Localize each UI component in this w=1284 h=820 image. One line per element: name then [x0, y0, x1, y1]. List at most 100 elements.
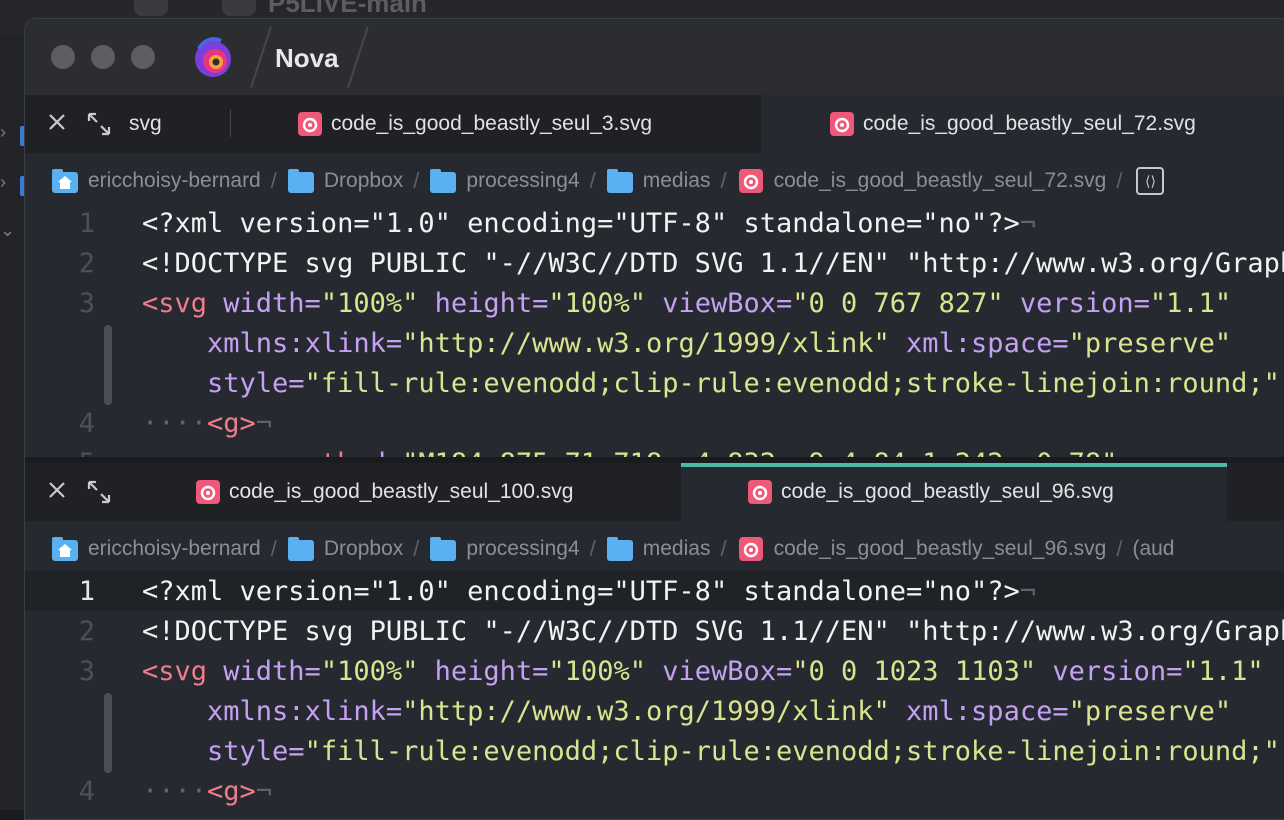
- line-number: 1: [78, 207, 95, 239]
- breadcrumb-label: processing4: [466, 169, 580, 192]
- code-line[interactable]: 2 <!DOCTYPE svg PUBLIC "-//W3C//DTD SVG 1…: [25, 611, 1284, 651]
- breadcrumb-separator: /: [413, 168, 420, 193]
- tab-code-is-good-beastly-seul-3[interactable]: code_is_good_beastly_seul_3.svg: [297, 95, 717, 153]
- active-tab-indicator: [681, 463, 1227, 467]
- breadcrumb-file[interactable]: code_is_good_beastly_seul_96.svg: [737, 536, 1107, 562]
- breadcrumb-label: Dropbox: [323, 169, 404, 192]
- expand-pane-icon[interactable]: [85, 110, 113, 138]
- expand-pane-icon[interactable]: [85, 478, 113, 506]
- breadcrumb-dropbox[interactable]: Dropbox: [287, 168, 403, 194]
- tab-label: code_is_good_beastly_seul_96.svg: [781, 480, 1114, 503]
- tab-code-is-good-beastly-seul-72[interactable]: code_is_good_beastly_seul_72.svg: [761, 95, 1284, 153]
- close-pane-icon[interactable]: [47, 480, 67, 500]
- svg-file-icon: [738, 537, 763, 561]
- code-brackets-icon[interactable]: ⟨⟩: [1136, 167, 1165, 195]
- titlebar-separator: [347, 26, 369, 88]
- fold-indicator[interactable]: [104, 693, 112, 773]
- tab-label: code_is_good_beastly_seul_3.svg: [331, 112, 653, 135]
- background-window-title: P5LIVE-main: [268, 0, 427, 18]
- code-text: <?xml version="1.0" encoding="UTF-8" sta…: [142, 575, 1037, 607]
- nova-logo-icon: [195, 37, 231, 77]
- breadcrumb-label: code_is_good_beastly_seul_72.svg: [773, 169, 1107, 192]
- code-text: <!DOCTYPE svg PUBLIC "-//W3C//DTD SVG 1.…: [142, 615, 1284, 647]
- tab-code-is-good-beastly-seul-100[interactable]: code_is_good_beastly_seul_100.svg: [129, 463, 681, 521]
- editor-pane-top: svg code_is_good_beastly_seul_3.svg code…: [25, 95, 1284, 479]
- code-text: style="fill-rule:evenodd;clip-rule:eveno…: [207, 735, 1280, 767]
- breadcrumb-separator: /: [1116, 536, 1123, 561]
- pane-controls: [25, 95, 129, 153]
- tab-label: code_is_good_beastly_seul_100.svg: [229, 480, 574, 503]
- titlebar: Nova: [25, 19, 1284, 95]
- breadcrumb-medias[interactable]: medias: [606, 536, 711, 562]
- svg-file-icon: [298, 112, 322, 136]
- breadcrumb-symbol[interactable]: (aud: [1132, 537, 1174, 561]
- breadcrumb-dropbox[interactable]: Dropbox: [287, 536, 403, 562]
- code-editor[interactable]: 1 <?xml version="1.0" encoding="UTF-8" st…: [25, 208, 1284, 479]
- tab-code-is-good-beastly-seul-96[interactable]: code_is_good_beastly_seul_96.svg: [681, 463, 1227, 521]
- close-window-button[interactable]: [51, 45, 75, 69]
- code-line[interactable]: 1 <?xml version="1.0" encoding="UTF-8" st…: [25, 571, 1284, 611]
- tab-label: svg: [129, 112, 162, 135]
- pane-controls: [25, 463, 129, 521]
- code-text: ····<g>¬: [142, 407, 273, 439]
- breadcrumb-medias[interactable]: medias: [606, 168, 710, 194]
- breadcrumb-label: medias: [642, 537, 711, 560]
- breadcrumb: ericchoisy-bernard / Dropbox / processin…: [25, 521, 1284, 577]
- minimize-window-button[interactable]: [91, 45, 115, 69]
- breadcrumb-separator: /: [413, 536, 420, 561]
- line-number: 4: [78, 407, 95, 439]
- breadcrumb-separator: /: [589, 536, 596, 561]
- close-pane-icon[interactable]: [47, 112, 67, 132]
- folder-icon: [287, 537, 314, 561]
- breadcrumb-separator: /: [720, 168, 727, 193]
- code-line[interactable]: 1 <?xml version="1.0" encoding="UTF-8" st…: [25, 203, 1284, 243]
- code-text: xmlns:xlink="http://www.w3.org/1999/xlin…: [207, 695, 1232, 727]
- home-folder-icon: [52, 537, 78, 561]
- breadcrumb-home[interactable]: ericchoisy-bernard: [51, 536, 261, 562]
- editor-pane-bottom: code_is_good_beastly_seul_100.svg code_i…: [25, 463, 1284, 819]
- line-number: 1: [78, 575, 95, 607]
- background-app-icon: [134, 0, 168, 16]
- folder-icon: [606, 537, 633, 561]
- breadcrumb-home[interactable]: ericchoisy-bernard: [51, 168, 261, 194]
- line-number: 2: [78, 615, 95, 647]
- code-text: <svg width="100%" height="100%" viewBox=…: [142, 287, 1232, 319]
- code-line[interactable]: 4 ····<g>¬: [25, 403, 1284, 443]
- line-number: 3: [78, 655, 95, 687]
- breadcrumb-separator: /: [1116, 168, 1123, 193]
- code-text: <?xml version="1.0" encoding="UTF-8" sta…: [142, 207, 1037, 239]
- nova-window: Nova svg code_is_good_beastly_seul_3.svg…: [24, 18, 1284, 820]
- svg-file-icon: [196, 480, 220, 504]
- code-text: ····<g>¬: [142, 775, 273, 807]
- code-text: style="fill-rule:evenodd;clip-rule:eveno…: [207, 367, 1280, 399]
- code-editor[interactable]: 1 <?xml version="1.0" encoding="UTF-8" st…: [25, 571, 1284, 819]
- zoom-window-button[interactable]: [131, 45, 155, 69]
- breadcrumb-processing4[interactable]: processing4: [429, 536, 580, 562]
- breadcrumb-processing4[interactable]: processing4: [429, 168, 580, 194]
- home-folder-icon: [52, 169, 78, 193]
- svg-file-icon: [738, 169, 763, 193]
- code-line[interactable]: xmlns:xlink="http://www.w3.org/1999/xlin…: [25, 691, 1284, 731]
- fold-indicator[interactable]: [104, 325, 112, 405]
- tab-bar: code_is_good_beastly_seul_100.svg code_i…: [25, 463, 1284, 521]
- code-line[interactable]: style="fill-rule:evenodd;clip-rule:eveno…: [25, 731, 1284, 771]
- code-line[interactable]: 2 <!DOCTYPE svg PUBLIC "-//W3C//DTD SVG 1…: [25, 243, 1284, 283]
- breadcrumb-label: ericchoisy-bernard: [88, 537, 261, 560]
- code-line[interactable]: 4 ····<g>¬: [25, 771, 1284, 811]
- chevron-right-icon[interactable]: ›: [0, 172, 6, 193]
- code-line[interactable]: style="fill-rule:evenodd;clip-rule:eveno…: [25, 363, 1284, 403]
- chevron-right-icon[interactable]: ›: [0, 122, 6, 143]
- breadcrumb-label: code_is_good_beastly_seul_96.svg: [773, 537, 1107, 560]
- breadcrumb-separator: /: [270, 536, 277, 561]
- code-text: <svg width="100%" height="100%" viewBox=…: [142, 655, 1264, 687]
- svg-file-icon: [830, 112, 854, 136]
- code-line[interactable]: 3 <svg width="100%" height="100%" viewBox…: [25, 283, 1284, 323]
- chevron-down-icon[interactable]: ⌄: [0, 220, 15, 241]
- folder-icon: [430, 169, 457, 193]
- breadcrumb-separator: /: [270, 168, 277, 193]
- folder-icon: [287, 169, 314, 193]
- tab-svg[interactable]: svg: [129, 95, 229, 153]
- code-line[interactable]: 3 <svg width="100%" height="100%" viewBox…: [25, 651, 1284, 691]
- breadcrumb-file[interactable]: code_is_good_beastly_seul_72.svg: [737, 168, 1107, 194]
- code-line[interactable]: xmlns:xlink="http://www.w3.org/1999/xlin…: [25, 323, 1284, 363]
